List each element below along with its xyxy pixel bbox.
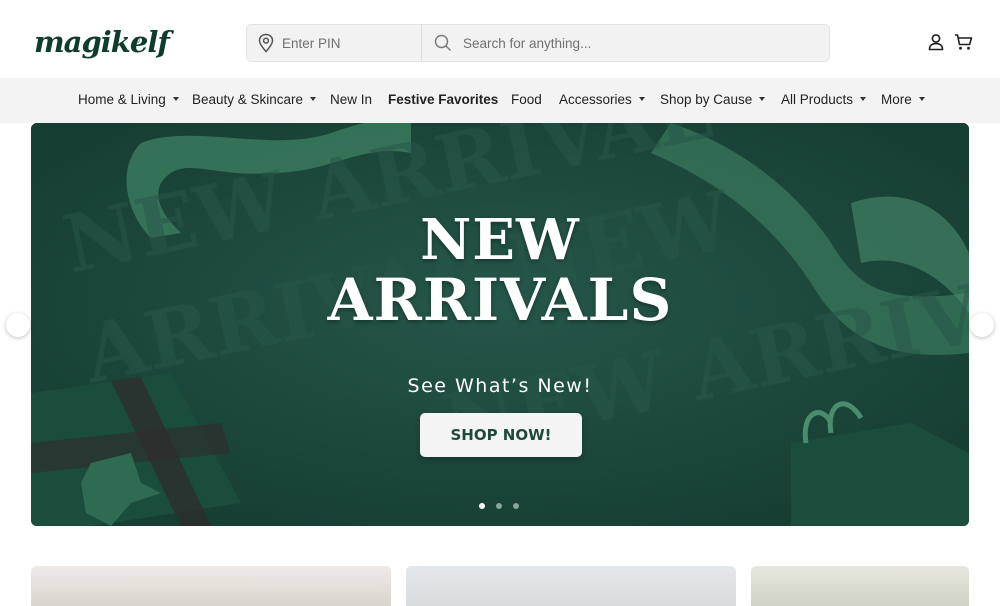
chevron-down-icon: [860, 97, 867, 102]
hero-subtitle: See What’s New!: [407, 375, 593, 397]
carousel-dot-2[interactable]: [496, 503, 502, 509]
site-header: magikelf ®: [0, 0, 1000, 78]
nav-item-festive-favorites[interactable]: Festive Favorites: [388, 92, 498, 110]
nav-label: Home & Living: [78, 92, 166, 107]
chevron-down-icon: [172, 97, 179, 102]
nav-item-more[interactable]: More: [881, 92, 925, 110]
category-card[interactable]: [751, 566, 969, 606]
brand-logo[interactable]: magikelf ®: [32, 16, 170, 72]
nav-item-all-products[interactable]: All Products: [781, 92, 867, 110]
nav-label: More: [881, 92, 912, 107]
hero-title-line-2: ARRIVALS: [327, 266, 673, 334]
location-pin-icon: [258, 33, 274, 53]
search-input[interactable]: [463, 33, 813, 53]
pin-zone: [247, 25, 422, 61]
carousel-dot-3[interactable]: [513, 503, 519, 509]
carousel-next-button[interactable]: [970, 313, 994, 337]
category-card[interactable]: [406, 566, 736, 606]
logo-wordmark: magikelf: [34, 25, 170, 59]
chevron-down-icon: [918, 97, 925, 102]
user-icon[interactable]: [927, 33, 945, 51]
nav-label: Food: [511, 92, 542, 107]
nav-item-shop-by-cause[interactable]: Shop by Cause: [660, 92, 766, 110]
nav-item-food[interactable]: Food: [511, 92, 542, 110]
nav-item-beauty-skincare[interactable]: Beauty & Skincare: [192, 92, 317, 110]
nav-label: Accessories: [559, 92, 632, 107]
carousel-prev-button[interactable]: [6, 313, 30, 337]
main-nav: Home & Living Beauty & Skincare New In F…: [0, 78, 1000, 123]
nav-label: Festive Favorites: [388, 92, 499, 107]
chevron-down-icon: [638, 97, 645, 102]
logo-registered-mark: ®: [133, 36, 141, 45]
pin-input[interactable]: [282, 33, 412, 53]
carousel-dot-1[interactable]: [479, 503, 485, 509]
nav-label: All Products: [781, 92, 854, 107]
nav-label: New In: [330, 92, 373, 107]
nav-label: Beauty & Skincare: [192, 92, 304, 107]
category-card[interactable]: [31, 566, 391, 606]
nav-item-new-in[interactable]: New In: [330, 92, 372, 110]
shop-now-button[interactable]: SHOP NOW!: [420, 413, 582, 457]
nav-label: Shop by Cause: [660, 92, 753, 107]
chevron-down-icon: [310, 97, 317, 102]
chevron-down-icon: [759, 97, 766, 102]
hero-title-line-1: NEW: [420, 207, 580, 273]
nav-item-accessories[interactable]: Accessories: [559, 92, 645, 110]
search-bar: [246, 24, 830, 62]
search-icon[interactable]: [434, 34, 452, 52]
hero-banner[interactable]: NEW ARRIVAL ARRIVAL NEW NEW ARRIVAL NEW …: [31, 123, 969, 526]
carousel-dots: [479, 503, 523, 511]
nav-item-home-living[interactable]: Home & Living: [78, 92, 179, 110]
cart-icon[interactable]: [954, 33, 973, 51]
